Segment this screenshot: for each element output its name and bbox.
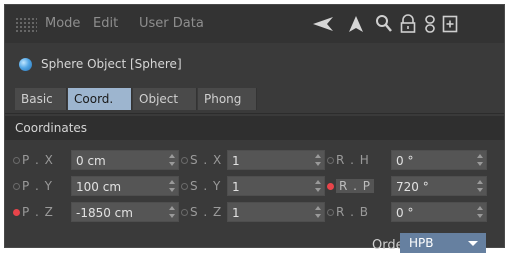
tab-coord[interactable]: Coord.	[68, 88, 132, 110]
menu-mode[interactable]: Mode	[45, 16, 80, 31]
field-sy-value: 1	[232, 180, 240, 194]
field-sx[interactable]: 1	[227, 150, 325, 170]
order-value: HPB	[409, 236, 434, 250]
field-rh[interactable]: 0 °	[391, 150, 487, 170]
menu-user-data[interactable]: User Data	[139, 16, 204, 31]
param-label-pz: P . Z	[22, 205, 54, 219]
attribute-manager-panel: Mode Edit User Data Sphere Object [Spher…	[4, 4, 505, 253]
spinner-icon[interactable]	[315, 206, 321, 218]
field-pz-value: -1850 cm	[76, 206, 133, 220]
keyframe-dot-px[interactable]	[13, 157, 20, 164]
order-dropdown[interactable]: HPB	[400, 233, 486, 253]
keyframe-dot-sy[interactable]	[181, 183, 188, 190]
sphere-icon	[19, 58, 32, 71]
field-sy[interactable]: 1	[227, 176, 325, 196]
link-icon[interactable]	[423, 14, 437, 34]
keyframe-dot-py[interactable]	[13, 183, 20, 190]
keyframe-dot-rp[interactable]	[327, 183, 334, 190]
param-label-px: P . X	[22, 153, 54, 167]
field-sz-value: 1	[232, 206, 240, 220]
param-label-py: P . Y	[22, 179, 54, 193]
spinner-icon[interactable]	[315, 180, 321, 192]
add-panel-icon[interactable]	[442, 14, 458, 34]
keyframe-dot-pz[interactable]	[13, 209, 20, 216]
field-pz[interactable]: -1850 cm	[71, 202, 179, 222]
field-rp[interactable]: 720 °	[391, 176, 487, 196]
param-label-rp: R . P	[336, 179, 375, 193]
field-sz[interactable]: 1	[227, 202, 325, 222]
field-py[interactable]: 100 cm	[71, 176, 179, 196]
menu-bar: Mode Edit User Data	[5, 5, 504, 43]
tab-phong[interactable]: Phong	[198, 88, 257, 110]
spinner-icon[interactable]	[169, 154, 175, 166]
keyframe-dot-sx[interactable]	[181, 157, 188, 164]
field-rp-value: 720 °	[396, 180, 429, 194]
lock-icon[interactable]	[399, 14, 417, 34]
search-icon[interactable]	[375, 14, 393, 34]
keyframe-dot-rh[interactable]	[327, 157, 334, 164]
tab-object[interactable]: Object	[133, 88, 197, 110]
param-label-sy: S . Y	[190, 179, 222, 193]
param-label-rb: R . B	[336, 205, 370, 219]
param-label-rh: R . H	[336, 153, 370, 167]
section-title: Coordinates	[15, 121, 88, 135]
param-label-sz: S . Z	[190, 205, 223, 219]
spinner-icon[interactable]	[477, 206, 483, 218]
field-rb[interactable]: 0 °	[391, 202, 487, 222]
back-arrow-icon[interactable]	[311, 14, 335, 34]
keyframe-dot-sz[interactable]	[181, 209, 188, 216]
field-px[interactable]: 0 cm	[71, 150, 179, 170]
spinner-icon[interactable]	[315, 154, 321, 166]
field-sx-value: 1	[232, 154, 240, 168]
field-rb-value: 0 °	[396, 206, 414, 220]
param-label-sx: S . X	[190, 153, 223, 167]
chevron-down-icon	[468, 241, 478, 246]
spinner-icon[interactable]	[169, 180, 175, 192]
spinner-icon[interactable]	[477, 180, 483, 192]
field-py-value: 100 cm	[76, 180, 122, 194]
spinner-icon[interactable]	[477, 154, 483, 166]
select-cursor-icon[interactable]	[347, 14, 365, 34]
field-rh-value: 0 °	[396, 154, 414, 168]
spinner-icon[interactable]	[169, 206, 175, 218]
keyframe-dot-rb[interactable]	[327, 209, 334, 216]
menu-edit[interactable]: Edit	[93, 16, 118, 31]
tab-basic[interactable]: Basic	[15, 88, 67, 110]
field-px-value: 0 cm	[76, 154, 106, 168]
drag-grip-icon[interactable]	[15, 17, 37, 33]
divider	[5, 113, 504, 114]
object-title: Sphere Object [Sphere]	[41, 57, 182, 71]
